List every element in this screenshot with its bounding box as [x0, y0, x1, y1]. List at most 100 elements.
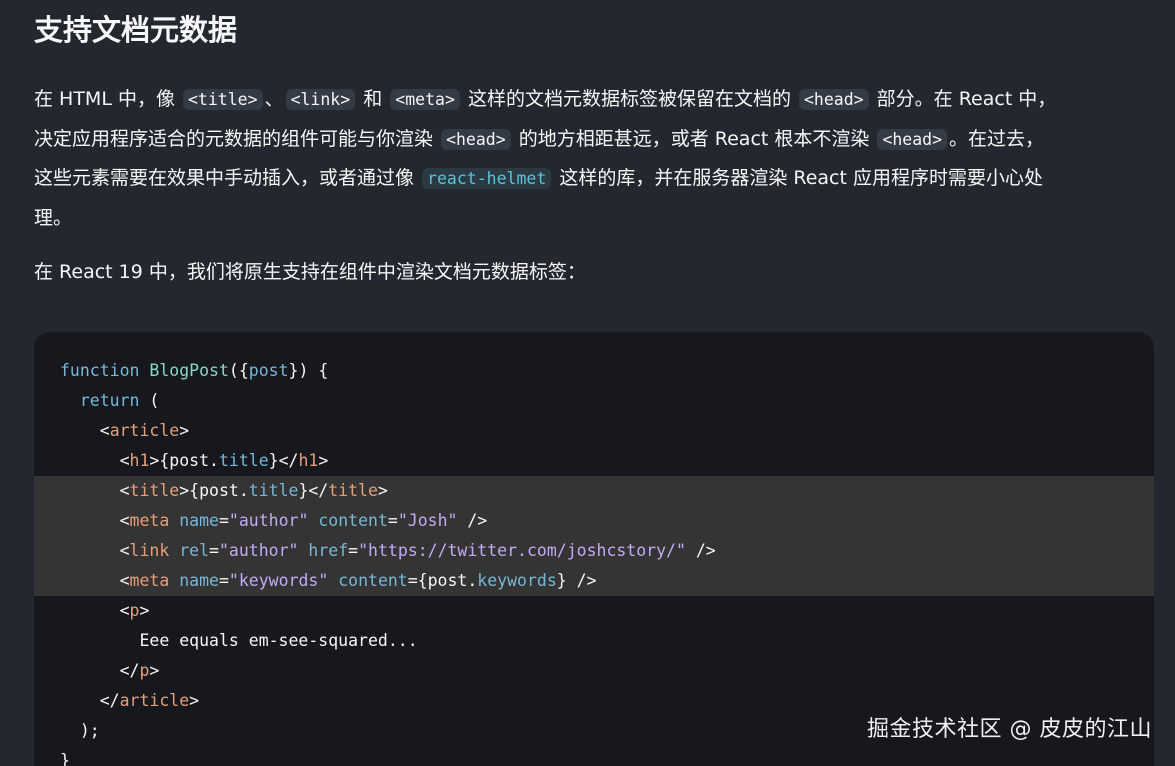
code-line: <h1>{post.title}</h1> — [34, 446, 1154, 476]
intro-paragraph: 在 HTML 中，像 <title>、 <link> 和 <meta> 这样的文档… — [34, 80, 1159, 237]
token: post — [248, 361, 289, 380]
article-page: 支持文档元数据 在 HTML 中，像 <title>、 <link> 和 <met… — [0, 0, 1175, 766]
token: return — [79, 391, 140, 410]
token: content — [318, 511, 388, 530]
inline-code: <link> — [285, 89, 356, 110]
token: "keywords" — [228, 571, 329, 590]
token: title — [248, 481, 299, 500]
token: href — [308, 541, 349, 560]
token: < — [119, 451, 130, 470]
token: >{post. — [149, 451, 219, 470]
token: keywords — [477, 571, 557, 590]
token: BlogPost — [149, 361, 229, 380]
token: /> — [685, 541, 716, 560]
text-run: 。在过去， — [949, 127, 1045, 150]
code-line: <p> — [34, 596, 1154, 626]
token: name — [179, 511, 219, 530]
code-content: function BlogPost({post}) { return ( <ar… — [34, 356, 1154, 766]
token: /> — [457, 511, 488, 530]
token: < — [119, 541, 130, 560]
token: meta — [129, 571, 170, 590]
token: meta — [129, 511, 170, 530]
react-helmet-link[interactable]: react-helmet — [422, 168, 552, 189]
paragraph-line: 这些元素需要在效果中手动插入，或者通过像 react-helmet 这样的库，并… — [34, 159, 1159, 199]
section-heading: 支持文档元数据 — [34, 13, 238, 47]
text-run: 部分。在 React 中， — [876, 88, 1057, 110]
inline-code: <head> — [441, 128, 511, 150]
token: ( — [139, 391, 160, 410]
token: "https://twitter.com/joshcstory/" — [358, 541, 686, 560]
token: p — [129, 601, 140, 620]
code-line: return ( — [34, 386, 1154, 416]
paragraph-line: 决定应用程序适合的元数据的组件可能与你渲染 <head> 的地方相距甚远，或者 … — [34, 120, 1159, 160]
text-run: 这样的库，并在服务器渲染 React 应用程序时需要小心处 — [559, 167, 1043, 189]
token: }</ — [268, 451, 299, 470]
code-line: function BlogPost({post}) { — [34, 356, 1154, 386]
token: < — [119, 601, 130, 620]
token: > — [139, 601, 150, 620]
text-run: 这样的文档元数据标签被保留在文档的 — [467, 88, 791, 110]
token: title — [218, 451, 269, 470]
token: </ — [119, 661, 140, 680]
token: "author" — [228, 511, 309, 530]
token: function — [60, 361, 140, 380]
inline-code: <head> — [877, 128, 948, 150]
code-block: function BlogPost({post}) { return ( <ar… — [34, 332, 1154, 766]
text-run: 这些元素需要在效果中手动插入，或者通过像 — [34, 167, 415, 189]
token: p — [139, 661, 150, 680]
paragraph-line: 理。 — [34, 199, 1159, 238]
code-line-highlighted: <meta name="author" content="Josh" /> — [34, 506, 1154, 536]
text-run: 的地方相距甚远，或者 React 根本不渲染 — [518, 127, 870, 150]
code-line: } — [34, 746, 1154, 766]
token: title — [129, 481, 180, 500]
code-line: </p> — [34, 656, 1154, 686]
token: > — [318, 451, 329, 470]
token: }) { — [288, 361, 329, 380]
token: < — [99, 421, 110, 440]
token: "author" — [218, 541, 299, 560]
code-line: Eee equals em-see-squared... — [34, 626, 1154, 656]
token: Eee equals em-see-squared... — [139, 631, 418, 650]
text-run: 在 HTML 中，像 — [34, 88, 175, 110]
token: rel — [179, 541, 210, 560]
token: < — [119, 511, 130, 530]
token: > — [149, 661, 160, 680]
text-run: 决定应用程序适合的元数据的组件可能与你渲染 — [34, 127, 434, 150]
token: ({ — [228, 361, 249, 380]
token: } — [60, 751, 70, 766]
text-run: 理。 — [34, 206, 73, 229]
inline-code: <meta> — [390, 89, 460, 110]
token: </ — [99, 691, 120, 710]
token: > — [179, 421, 190, 440]
token: link — [129, 541, 170, 560]
text-run: 、 — [264, 88, 284, 110]
token: title — [328, 481, 378, 500]
token: content — [338, 571, 408, 590]
token: = — [209, 541, 219, 560]
token: article — [119, 691, 190, 710]
token: > — [189, 691, 200, 710]
token: "Josh" — [397, 511, 458, 530]
token: } /> — [556, 571, 597, 590]
token: < — [119, 481, 130, 500]
token: ); — [79, 721, 100, 740]
react19-paragraph: 在 React 19 中，我们将原生支持在组件中渲染文档元数据标签： — [34, 253, 1159, 292]
token: = — [348, 541, 359, 560]
token: = — [387, 511, 398, 530]
inline-code: <head> — [799, 89, 869, 110]
code-line-highlighted: <link rel="author" href="https://twitter… — [34, 536, 1154, 566]
token: h1 — [129, 451, 150, 470]
paragraph-line: 在 React 19 中，我们将原生支持在组件中渲染文档元数据标签： — [34, 261, 586, 283]
code-line-highlighted: <meta name="keywords" content={post.keyw… — [34, 566, 1154, 596]
code-line: <article> — [34, 416, 1154, 446]
watermark: 掘金技术社区 @ 皮皮的江山 — [867, 717, 1152, 742]
token: article — [109, 421, 180, 440]
token: > — [377, 481, 388, 500]
token: = — [218, 511, 229, 530]
token: = — [218, 571, 229, 590]
token: >{post. — [179, 481, 249, 500]
token: h1 — [298, 451, 319, 470]
token: name — [179, 571, 219, 590]
code-line-highlighted: <title>{post.title}</title> — [34, 476, 1154, 506]
inline-code: <title> — [183, 89, 263, 110]
